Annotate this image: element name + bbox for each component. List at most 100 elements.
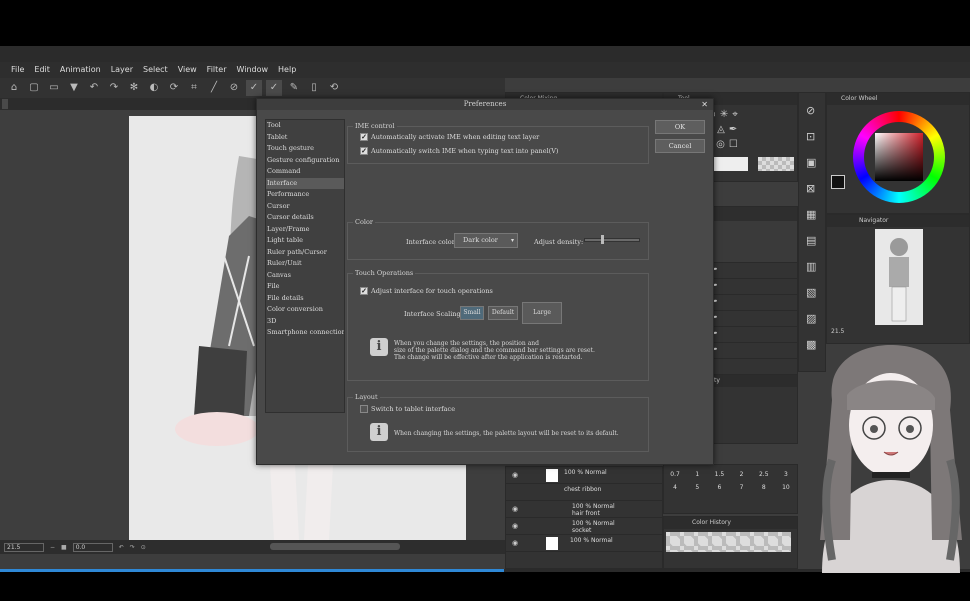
brush-size-option[interactable]: 7 xyxy=(730,484,752,491)
horizontal-scrollbar[interactable] xyxy=(270,543,400,550)
document-icon[interactable]: ▯ xyxy=(306,80,322,96)
menu-edit[interactable]: Edit xyxy=(29,62,55,78)
menu-help[interactable]: Help xyxy=(273,62,301,78)
category-item[interactable]: Interface xyxy=(266,177,344,189)
eye-icon[interactable]: ◉ xyxy=(512,539,518,547)
density-slider[interactable] xyxy=(584,238,640,242)
ok-button[interactable]: OK xyxy=(655,120,705,134)
brush-size-option[interactable]: 5 xyxy=(686,484,708,491)
rotate-right-icon[interactable]: ↷ xyxy=(130,544,135,551)
color-history-header[interactable]: Color History xyxy=(664,517,797,529)
eye-icon[interactable]: ◉ xyxy=(512,471,518,479)
home-icon[interactable]: ⌂ xyxy=(6,80,22,96)
layer-row[interactable]: ◉ 100 % Normal xyxy=(506,535,662,552)
category-item[interactable]: Tablet xyxy=(266,132,344,144)
check-pen-icon[interactable]: ✓ xyxy=(246,80,262,96)
scaling-default-button[interactable]: Default xyxy=(488,306,518,320)
brush-size-option[interactable]: 10 xyxy=(775,484,797,491)
layer-row[interactable]: ◉ 100 % Normal xyxy=(506,467,662,484)
category-item[interactable]: Touch gesture xyxy=(266,143,344,155)
navigator-preview[interactable] xyxy=(875,229,923,325)
cancel-button[interactable]: Cancel xyxy=(655,139,705,153)
eye-icon[interactable]: ◉ xyxy=(512,522,518,530)
ime-option-1[interactable]: ✓ Automatically activate IME when editin… xyxy=(360,133,539,141)
menu-filter[interactable]: Filter xyxy=(202,62,232,78)
touch-option[interactable]: ✓ Adjust interface for touch operations xyxy=(360,287,493,295)
undo-icon[interactable]: ↶ xyxy=(86,80,102,96)
category-item[interactable]: Smartphone connection xyxy=(266,327,344,339)
zoom-out-icon[interactable]: − xyxy=(50,544,55,551)
category-item[interactable]: File xyxy=(266,281,344,293)
fill-icon[interactable]: ◐ xyxy=(146,80,162,96)
category-item[interactable]: Ruler/Unit xyxy=(266,258,344,270)
category-item[interactable]: Ruler path/Cursor xyxy=(266,247,344,259)
brush-size-option[interactable]: 2 xyxy=(730,471,752,478)
transparent-swatch[interactable] xyxy=(758,157,794,171)
snap-grid-icon[interactable]: ⊘ xyxy=(226,80,242,96)
interface-color-select[interactable]: Dark color ▾ xyxy=(454,233,518,248)
category-item[interactable]: Performance xyxy=(266,189,344,201)
redo-icon[interactable]: ↷ xyxy=(106,80,122,96)
menu-animation[interactable]: Animation xyxy=(55,62,106,78)
ime-option-2[interactable]: ✓ Automatically switch IME when typing t… xyxy=(360,147,558,155)
open-folder-icon[interactable]: ▭ xyxy=(46,80,62,96)
clear-icon[interactable]: ✻ xyxy=(126,80,142,96)
brush-size-option[interactable]: 0.7 xyxy=(664,471,686,478)
category-item[interactable]: Layer/Frame xyxy=(266,224,344,236)
rotate-left-icon[interactable]: ↶ xyxy=(119,544,124,551)
check-brush-icon[interactable]: ✓ xyxy=(266,80,282,96)
checkbox[interactable]: ✓ xyxy=(360,405,368,413)
checkbox[interactable]: ✓ xyxy=(360,133,368,141)
density-slider-knob[interactable] xyxy=(600,235,604,244)
category-item[interactable]: Gesture configuration xyxy=(266,155,344,167)
category-item[interactable]: Tool xyxy=(266,120,344,132)
menu-file[interactable]: File xyxy=(6,62,29,78)
reset-rotation-icon[interactable]: ⊙ xyxy=(141,544,146,551)
eye-icon[interactable]: ◉ xyxy=(512,505,518,513)
foreground-color[interactable] xyxy=(831,175,845,189)
checkbox[interactable]: ✓ xyxy=(360,287,368,295)
scaling-small-button[interactable]: Small xyxy=(460,306,484,320)
brush-size-option[interactable]: 6 xyxy=(708,484,730,491)
save-icon[interactable]: ▼ xyxy=(66,80,82,96)
category-item[interactable]: 3D xyxy=(266,316,344,328)
saturation-square[interactable] xyxy=(875,133,923,181)
layout-option[interactable]: ✓ Switch to tablet interface xyxy=(360,405,455,413)
category-item[interactable]: Cursor details xyxy=(266,212,344,224)
category-item[interactable]: Command xyxy=(266,166,344,178)
navigator-header[interactable]: Navigator xyxy=(827,215,969,227)
fit-icon[interactable]: ■ xyxy=(61,544,67,551)
checkbox[interactable]: ✓ xyxy=(360,147,368,155)
pen-edit-icon[interactable]: ✎ xyxy=(286,80,302,96)
new-file-icon[interactable]: ▢ xyxy=(26,80,42,96)
color-wheel-header[interactable]: Color Wheel xyxy=(827,93,969,105)
layer-row[interactable]: ◉ 100 % Normal hair front xyxy=(506,501,662,518)
category-item[interactable]: Canvas xyxy=(266,270,344,282)
menu-view[interactable]: View xyxy=(173,62,202,78)
brush-size-option[interactable]: 8 xyxy=(753,484,775,491)
category-item[interactable]: Cursor xyxy=(266,201,344,213)
menu-layer[interactable]: Layer xyxy=(106,62,138,78)
dock-icons[interactable]: ⊘ ⊡ ▣ ⊠ ▦ ▤ ▥ ▧ ▨ ▩ xyxy=(806,98,816,358)
layer-row[interactable]: ◉ 100 % Normal socket xyxy=(506,518,662,535)
brush-size-option[interactable]: 3 xyxy=(775,471,797,478)
zoom-field[interactable]: 21.5 xyxy=(4,542,44,552)
category-item[interactable]: Light table xyxy=(266,235,344,247)
menu-window[interactable]: Window xyxy=(231,62,273,78)
brush-size-option[interactable]: 1 xyxy=(686,471,708,478)
color-history-swatches[interactable] xyxy=(666,532,791,552)
rotation-field[interactable]: 0.0 xyxy=(72,542,113,552)
category-item[interactable]: Color conversion xyxy=(266,304,344,316)
navigator-zoom[interactable]: 21.5 xyxy=(831,328,844,335)
document-tab[interactable] xyxy=(2,99,8,109)
transform-icon[interactable]: ⟳ xyxy=(166,80,182,96)
category-item[interactable]: File details xyxy=(266,293,344,305)
brush-size-option[interactable]: 1.5 xyxy=(708,471,730,478)
brush-size-option[interactable]: 2.5 xyxy=(753,471,775,478)
brush-size-option[interactable]: 4 xyxy=(664,484,686,491)
history-icon[interactable]: ⟲ xyxy=(326,80,342,96)
snap-ruler-icon[interactable]: ╱ xyxy=(206,80,222,96)
close-icon[interactable]: ✕ xyxy=(701,99,708,110)
layer-row[interactable]: chest ribbon xyxy=(506,484,662,501)
crop-icon[interactable]: ⌗ xyxy=(186,80,202,96)
